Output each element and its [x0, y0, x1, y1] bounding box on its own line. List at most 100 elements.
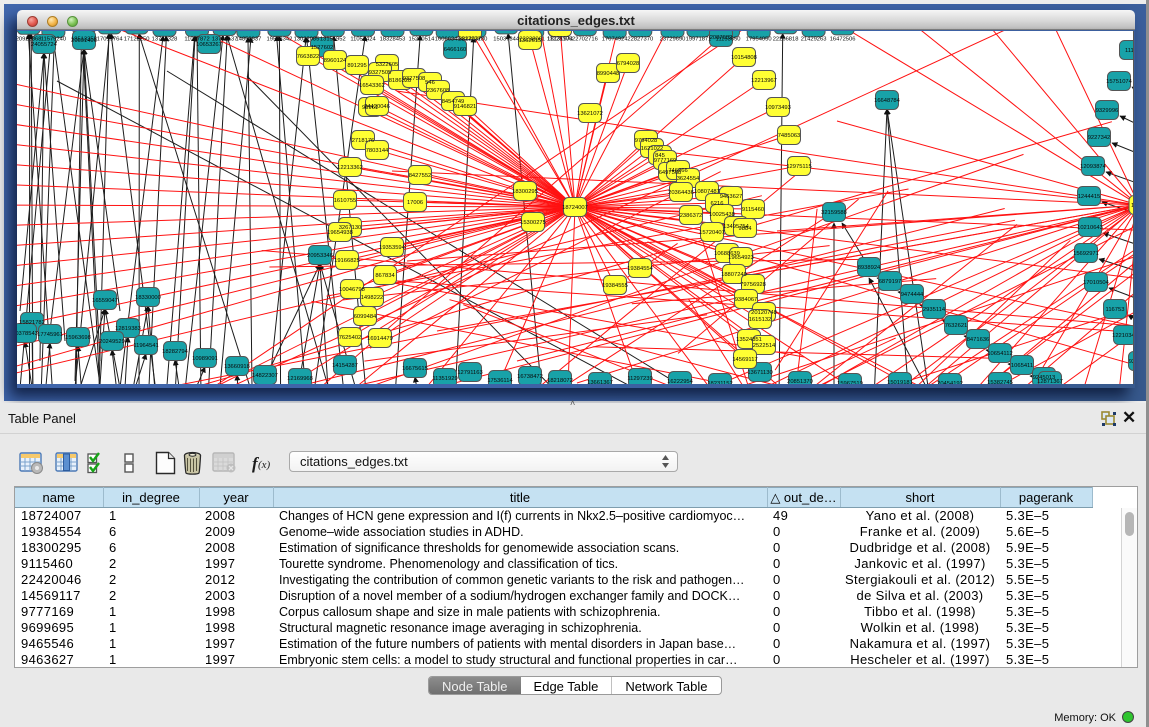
- svg-text:16914479: 16914479: [367, 336, 393, 342]
- svg-text:12819383: 12819383: [115, 326, 141, 332]
- svg-text:15963698: 15963698: [65, 335, 91, 341]
- svg-text:10046798: 10046798: [339, 287, 365, 293]
- svg-text:2386372: 2386372: [680, 213, 703, 219]
- svg-text:20953346: 20953346: [307, 253, 333, 259]
- svg-text:11053424: 11053424: [350, 37, 376, 43]
- svg-text:15967519: 15967519: [837, 381, 863, 384]
- svg-text:20120748: 20120748: [751, 310, 777, 316]
- svg-text:746266: 746266: [668, 168, 687, 174]
- svg-text:19166825: 19166825: [334, 258, 360, 264]
- svg-text:1117: 1117: [1125, 48, 1134, 54]
- svg-text:18724007: 18724007: [562, 205, 588, 211]
- svg-text:2522514: 2522514: [753, 343, 776, 349]
- svg-text:3624554: 3624554: [677, 176, 700, 182]
- svg-text:15300275: 15300275: [520, 220, 546, 226]
- svg-text:7803144: 7803144: [366, 148, 389, 154]
- svg-text:9327508: 9327508: [403, 76, 426, 82]
- svg-text:13621072: 13621072: [577, 111, 603, 117]
- svg-text:12213967: 12213967: [751, 78, 777, 84]
- svg-text:12169968: 12169968: [287, 376, 313, 382]
- svg-text:11964541: 11964541: [133, 343, 158, 349]
- svg-text:22702716: 22702716: [572, 37, 598, 43]
- svg-text:13151952: 13151952: [320, 37, 346, 43]
- svg-text:9463627: 9463627: [720, 194, 743, 200]
- svg-text:9227342: 9227342: [1088, 135, 1111, 141]
- svg-text:12975115: 12975115: [786, 164, 811, 170]
- svg-text:9327505: 9327505: [369, 70, 392, 76]
- svg-text:17536114: 17536114: [487, 378, 513, 384]
- svg-text:13032085: 13032085: [294, 37, 320, 43]
- svg-text:9329996: 9329996: [1096, 108, 1119, 114]
- svg-text:14569117: 14569117: [732, 357, 757, 363]
- svg-text:20364436: 20364436: [668, 190, 694, 196]
- svg-text:7625402: 7625402: [339, 335, 362, 341]
- svg-text:6879197: 6879197: [879, 279, 902, 285]
- svg-text:19971871: 19971871: [686, 37, 712, 43]
- svg-text:2718176: 2718176: [352, 138, 375, 144]
- svg-text:867834: 867834: [375, 273, 395, 279]
- svg-text:32159588: 32159588: [821, 210, 847, 216]
- svg-text:11297239: 11297239: [627, 376, 652, 382]
- svg-text:15037344: 15037344: [493, 37, 520, 43]
- svg-text:10154808: 10154808: [731, 55, 757, 61]
- svg-text:12791163: 12791163: [457, 370, 482, 376]
- svg-text:12093874: 12093874: [1080, 164, 1107, 170]
- svg-text:15720407: 15720407: [699, 230, 725, 236]
- svg-text:24055724: 24055724: [31, 42, 58, 48]
- svg-text:6794028: 6794028: [617, 61, 640, 67]
- svg-text:16543362: 16543362: [359, 83, 385, 89]
- svg-text:17010504: 17010504: [1083, 280, 1110, 286]
- svg-text:15692971: 15692971: [1073, 251, 1099, 257]
- svg-text:19384555: 19384555: [602, 283, 628, 289]
- svg-text:14722: 14722: [1131, 203, 1134, 209]
- svg-text:20249529: 20249529: [99, 339, 125, 345]
- svg-text:17074924: 17074924: [602, 37, 629, 43]
- svg-text:16559047: 16559047: [92, 298, 118, 304]
- svg-text:(x): (x): [258, 459, 271, 471]
- svg-text:18330000: 18330000: [135, 295, 161, 301]
- svg-text:16472506: 16472506: [830, 37, 856, 43]
- svg-text:14154287: 14154287: [332, 363, 358, 369]
- svg-text:6099484: 6099484: [354, 314, 377, 320]
- svg-text:15821782: 15821782: [19, 320, 45, 326]
- svg-text:18807249: 18807249: [721, 272, 747, 278]
- svg-text:8427552: 8427552: [409, 173, 432, 179]
- svg-text:3822037: 3822037: [459, 37, 482, 43]
- svg-text:19384554: 19384554: [627, 266, 654, 272]
- svg-text:13660918: 13660918: [224, 364, 250, 370]
- svg-text:1610755: 1610755: [334, 198, 357, 204]
- svg-text:19654923: 19654923: [728, 255, 754, 261]
- svg-text:116753: 116753: [1106, 307, 1125, 313]
- svg-text:10210643: 10210643: [1077, 225, 1103, 231]
- svg-text:10378543: 10378543: [17, 331, 38, 337]
- svg-text:6466160: 6466160: [444, 47, 467, 53]
- svg-text:10989091: 10989091: [192, 356, 218, 362]
- svg-text:16222954: 16222954: [667, 379, 694, 384]
- svg-text:15270514: 15270514: [409, 37, 436, 43]
- svg-text:1615132: 1615132: [749, 317, 772, 323]
- svg-text:18218072: 18218072: [547, 378, 573, 384]
- svg-text:18231152: 18231152: [707, 381, 732, 384]
- svg-text:17122250: 17122250: [124, 37, 150, 43]
- svg-text:15019181: 15019181: [887, 380, 913, 384]
- svg-text:14858837: 14858837: [236, 37, 262, 43]
- svg-text:17745961: 17745961: [37, 332, 63, 338]
- svg-text:24420046: 24420046: [364, 104, 390, 110]
- svg-text:16675615: 16675615: [402, 366, 428, 372]
- svg-text:13671130: 13671130: [747, 370, 772, 376]
- svg-text:7485063: 7485063: [778, 133, 801, 139]
- svg-text:9777169: 9777169: [654, 158, 677, 164]
- svg-text:22266818: 22266818: [773, 37, 799, 43]
- svg-text:8990448: 8990448: [597, 71, 620, 77]
- svg-text:15382745: 15382745: [987, 380, 1013, 384]
- svg-text:16738472: 16738472: [517, 374, 543, 380]
- svg-text:79756928: 79756928: [740, 282, 766, 288]
- svg-text:11351929: 11351929: [432, 376, 457, 382]
- svg-text:9245012: 9245012: [1129, 359, 1134, 365]
- svg-text:17015764: 17015764: [97, 37, 124, 43]
- svg-text:9384067: 9384067: [735, 297, 758, 303]
- svg-text:20454192: 20454192: [937, 381, 963, 384]
- svg-text:18282794: 18282794: [162, 349, 189, 355]
- svg-text:2367608: 2367608: [427, 88, 450, 94]
- svg-text:9474444: 9474444: [901, 292, 924, 298]
